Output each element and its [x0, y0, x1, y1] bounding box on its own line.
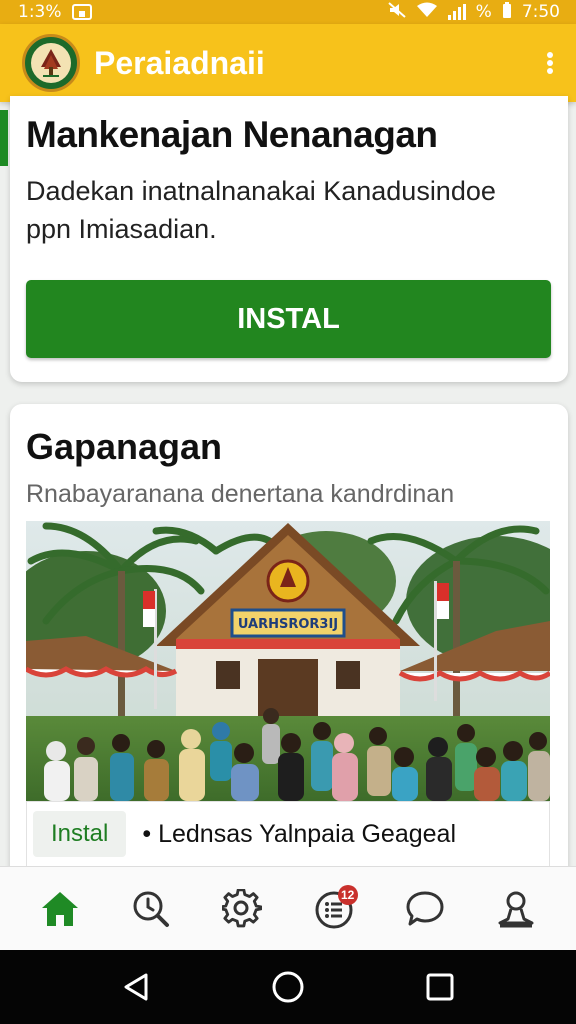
home-circle-icon[interactable]: [266, 965, 310, 1009]
status-bar: 1:3% % 7:50: [0, 0, 576, 24]
community-event-photo[interactable]: UARHSROR3IJ: [26, 521, 550, 801]
nav-settings[interactable]: [214, 881, 270, 937]
card-accent-bar: [0, 110, 8, 166]
system-navigation: [0, 950, 576, 1024]
nav-profile[interactable]: [488, 881, 544, 937]
status-left: 1:3%: [18, 2, 92, 22]
profile-icon: [498, 891, 534, 927]
install-button[interactable]: INSTAL: [26, 280, 551, 358]
signal-percent-text: %: [475, 2, 492, 22]
back-icon[interactable]: [114, 965, 158, 1009]
signal-icon: [447, 4, 466, 20]
home-icon: [41, 891, 78, 926]
settings-icon: [222, 888, 263, 927]
wifi-icon: [416, 2, 438, 23]
feature-card: Gapanagan Rnabayaranana denertana kandrd…: [10, 404, 568, 884]
photo-caption: • Lednsas Yalnpaia Geageal: [142, 819, 456, 848]
notification-badge: 12: [337, 884, 358, 905]
bottom-navigation: 12: [0, 866, 576, 950]
feature-card-title: Gapanagan: [26, 426, 223, 467]
battery-percent-text: 1:3%: [18, 2, 62, 22]
promo-card: Mankenajan Nenanagan Dadekan inatnalnana…: [10, 96, 568, 382]
battery-icon: [502, 1, 512, 24]
kebab-menu-icon[interactable]: [538, 48, 562, 78]
photo-notification-icon: [71, 4, 92, 20]
photo-caption-row: Instal • Lednsas Yalnpaia Geageal: [26, 801, 550, 867]
nav-list[interactable]: 12: [306, 881, 362, 937]
nav-chat[interactable]: [397, 881, 453, 937]
mute-icon: [387, 1, 406, 23]
app-bar: Peraiadnaii: [0, 24, 576, 102]
chat-icon: [406, 891, 444, 925]
search-clock-icon: [133, 891, 169, 927]
nav-home[interactable]: [32, 881, 88, 937]
nav-search-history[interactable]: [123, 881, 179, 937]
recents-icon[interactable]: [418, 965, 462, 1009]
promo-card-title: Mankenajan Nenanagan: [26, 114, 438, 155]
promo-card-description: Dadekan inatnalnanakai Kanadusindoe ppn …: [26, 176, 496, 244]
tree-emblem-icon[interactable]: [22, 34, 80, 92]
status-right: % 7:50: [387, 1, 560, 24]
clock-time: 7:50: [521, 2, 560, 22]
feature-card-subtitle: Rnabayaranana denertana kandrdinan: [26, 480, 455, 508]
event-sign-text: UARHSROR3IJ: [238, 617, 338, 632]
app-title: Peraiadnaii: [94, 44, 265, 81]
install-chip[interactable]: Instal: [33, 811, 127, 857]
